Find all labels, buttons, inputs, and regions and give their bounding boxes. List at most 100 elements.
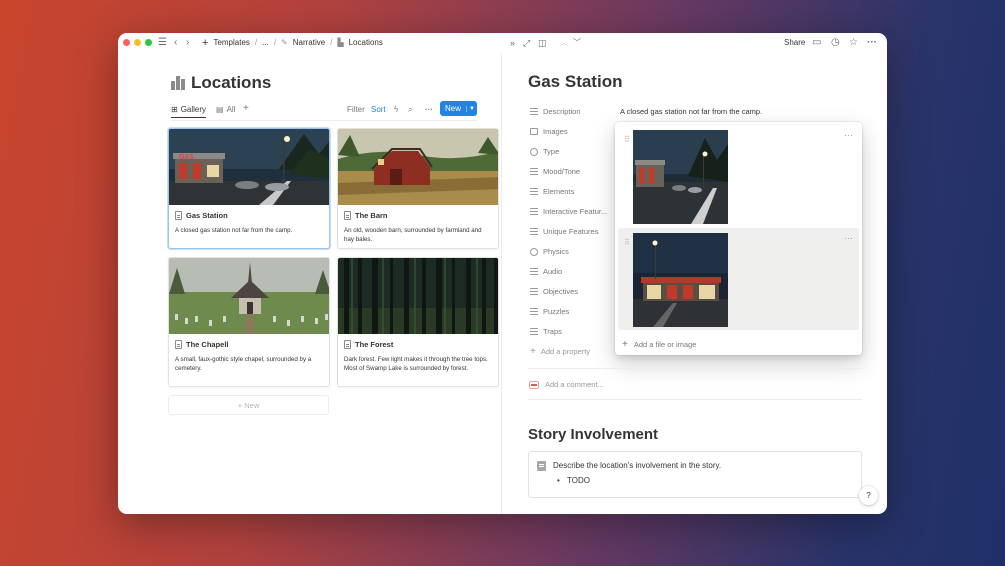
breadcrumb-separator: / [273, 38, 277, 47]
expand-icon[interactable]: ⤢ [523, 36, 530, 50]
select-circle-icon [530, 147, 538, 156]
callout-block[interactable]: Describe the location's involvement in t… [528, 451, 862, 498]
property-audio[interactable]: Audio [530, 267, 562, 276]
bullet-item[interactable]: TODO [557, 476, 590, 485]
property-images[interactable]: Images [530, 127, 568, 136]
tab-all[interactable]: ▤ All [216, 105, 235, 114]
close-peek-icon[interactable]: » [510, 36, 515, 50]
property-unique-features[interactable]: Unique Features [530, 227, 598, 236]
favorite-star-icon[interactable]: ☆ [849, 36, 858, 50]
database-title-text[interactable]: Locations [191, 73, 271, 93]
property-label: Images [543, 127, 568, 136]
more-options-icon[interactable]: ··· [844, 130, 853, 140]
card-title-text: The Chapell [186, 340, 229, 349]
property-label: Puzzles [543, 307, 570, 316]
close-window-button[interactable] [123, 39, 130, 46]
chevron-up-icon[interactable]: ︿ [560, 36, 568, 50]
updates-clock-icon[interactable]: ◷ [831, 36, 840, 50]
image-thumbnail[interactable] [633, 130, 728, 224]
view-tabs: ⊞ Gallery ▤ All + Filter Sort ϟ ⌕ ··· [171, 103, 477, 120]
user-avatar [529, 380, 539, 389]
image-row[interactable]: ⠿ ··· [618, 228, 859, 330]
card-title: The Forest [344, 340, 492, 349]
sort-button[interactable]: Sort [371, 105, 386, 114]
image-thumbnail[interactable] [633, 233, 728, 327]
database-title: Locations [171, 73, 271, 93]
text-lines-icon [530, 328, 538, 335]
chevron-down-icon[interactable]: ▼ [466, 105, 477, 112]
property-interactive-features[interactable]: Interactive Featur... [530, 207, 607, 216]
document-icon[interactable] [537, 461, 546, 471]
property-traps[interactable]: Traps [530, 327, 562, 336]
automation-bolt-icon[interactable]: ϟ [394, 105, 398, 114]
zoom-window-button[interactable] [145, 39, 152, 46]
property-mood-tone[interactable]: Mood/Tone [530, 167, 580, 176]
breadcrumb-templates[interactable]: Templates [213, 36, 249, 50]
add-comment-placeholder: Add a comment... [545, 380, 604, 389]
pane-divider[interactable] [501, 53, 502, 514]
property-description[interactable]: Description [530, 107, 581, 116]
image-row[interactable]: ⠿ ··· [618, 125, 859, 227]
breadcrumb-separator: / [330, 38, 333, 47]
more-options-icon[interactable]: ··· [844, 233, 853, 243]
search-icon[interactable]: ⌕ [408, 105, 412, 115]
breadcrumb-separator: / [254, 38, 258, 47]
page-title[interactable]: Gas Station [528, 72, 622, 92]
property-physics[interactable]: Physics [530, 247, 569, 256]
forward-arrow-icon[interactable]: › [186, 36, 189, 50]
property-puzzles[interactable]: Puzzles [530, 307, 569, 316]
page-icon [344, 211, 351, 220]
section-heading[interactable]: Story Involvement [528, 426, 658, 443]
property-elements[interactable]: Elements [530, 187, 574, 196]
property-type[interactable]: Type [530, 147, 559, 156]
gallery-card-gas-station[interactable]: GAS Gas Station A closed gas station not… [168, 128, 330, 249]
sidebar-menu-icon[interactable]: ☰ [158, 36, 167, 50]
property-label: Objectives [543, 287, 579, 296]
add-property-button[interactable]: + Add a property [530, 346, 590, 357]
breadcrumb-narrative[interactable]: Narrative [293, 36, 325, 50]
tab-all-label: All [226, 105, 236, 114]
text-lines-icon [530, 108, 538, 115]
back-arrow-icon[interactable]: ‹ [174, 36, 177, 50]
tabs-divider [171, 120, 477, 121]
text-lines-icon [530, 208, 538, 215]
text-lines-icon [530, 268, 538, 275]
chevron-down-icon[interactable]: ﹀ [573, 36, 581, 50]
filter-button[interactable]: Filter [347, 105, 365, 114]
property-label: Unique Features [543, 227, 599, 236]
minimize-window-button[interactable] [134, 39, 141, 46]
comment-icon[interactable]: ▭ [812, 36, 821, 50]
add-new-card-button[interactable]: + New [168, 395, 329, 415]
divider [528, 399, 862, 400]
gallery-card-the-barn[interactable]: The Barn An old, wooden barn, surrounded… [337, 128, 499, 249]
card-title: Gas Station [175, 211, 323, 220]
more-options-icon[interactable]: ··· [867, 36, 877, 50]
breadcrumb-locations[interactable]: Locations [349, 36, 383, 50]
page-icon [175, 340, 182, 349]
share-button[interactable]: Share [784, 36, 805, 50]
drag-handle-icon[interactable]: ⠿ [624, 238, 630, 247]
drag-handle-icon[interactable]: ⠿ [624, 135, 630, 144]
property-objectives[interactable]: Objectives [530, 287, 578, 296]
add-view-icon[interactable]: + [243, 103, 249, 114]
gallery-card-the-chapell[interactable]: The Chapell A small, faux-gothic style c… [168, 257, 330, 387]
more-options-icon[interactable]: ··· [425, 105, 433, 114]
callout-text[interactable]: Describe the location's involvement in t… [553, 461, 721, 470]
peek-mode-icon[interactable]: ◫ [538, 36, 547, 50]
gallery-card-the-forest[interactable]: The Forest Dark forest. Few light makes … [337, 257, 499, 387]
description-value[interactable]: A closed gas station not far from the ca… [620, 107, 762, 116]
help-button[interactable]: ? [859, 486, 878, 505]
add-file-button[interactable]: + Add a file or image [622, 339, 696, 350]
tab-gallery[interactable]: ⊞ Gallery [171, 105, 207, 118]
property-label: Type [543, 147, 560, 156]
gallery-grid-icon: ⊞ [171, 105, 178, 114]
add-page-icon[interactable]: + [202, 36, 208, 50]
new-record-button[interactable]: New ▼ [440, 101, 477, 116]
card-description: A small, faux-gothic style chapel, surro… [175, 356, 312, 372]
select-circle-icon [530, 247, 538, 256]
card-title-text: The Barn [355, 211, 388, 220]
new-button-label: New [445, 104, 462, 113]
breadcrumb-ellipsis[interactable]: ... [262, 36, 269, 50]
property-label: Interactive Featur... [543, 207, 608, 216]
add-comment-row[interactable]: Add a comment... [529, 380, 604, 389]
